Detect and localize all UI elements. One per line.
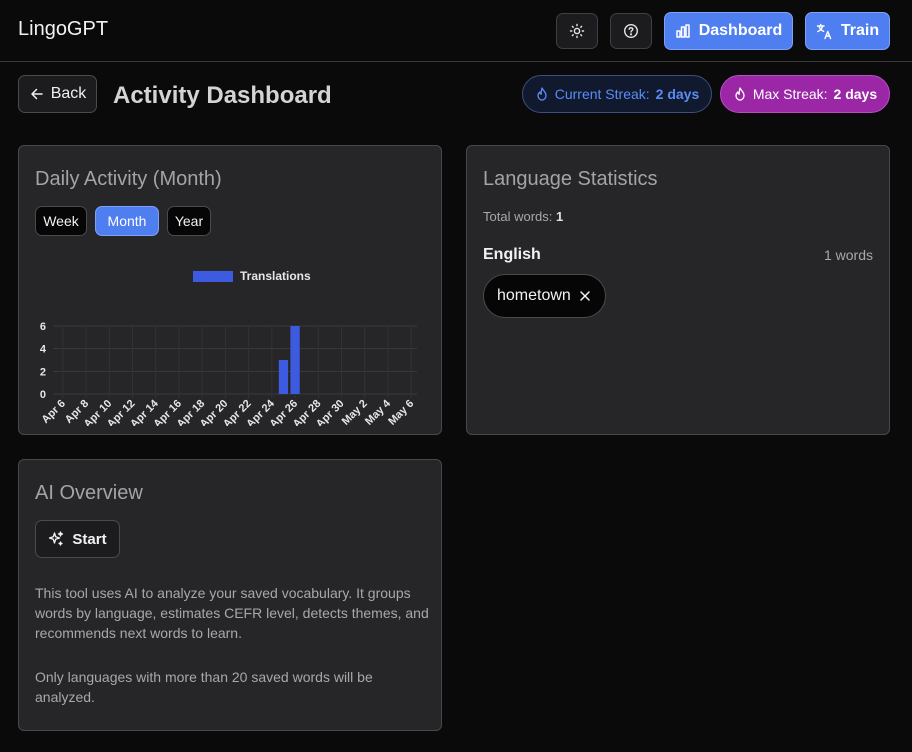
- range-month-button[interactable]: Month: [95, 206, 159, 236]
- language-statistics-title: Language Statistics: [483, 168, 658, 190]
- legend-label: Translations: [240, 269, 311, 283]
- current-streak-label: Current Streak:: [554, 86, 650, 102]
- close-icon[interactable]: [579, 290, 591, 302]
- language-statistics-card: Language Statistics Total words: 1 Engli…: [466, 145, 890, 435]
- start-button-label: Start: [72, 530, 107, 548]
- current-streak-value: 2 days: [655, 86, 700, 102]
- ai-overview-title: AI Overview: [35, 482, 143, 504]
- theme-toggle-button[interactable]: [556, 13, 598, 49]
- app-title: LingoGPT: [18, 18, 109, 40]
- back-button[interactable]: Back: [18, 75, 97, 113]
- flame-icon: [537, 87, 547, 101]
- train-button-label: Train: [840, 22, 880, 39]
- sun-icon: [569, 23, 585, 39]
- y-tick-label: 6: [40, 321, 46, 333]
- activity-chart: 0246Apr 6Apr 8Apr 10Apr 12Apr 14Apr 16Ap…: [40, 269, 417, 426]
- current-streak-badge: Current Streak: 2 days: [522, 75, 712, 113]
- start-button[interactable]: Start: [35, 520, 120, 558]
- translate-icon: [816, 23, 832, 39]
- chart-bar: [278, 360, 289, 394]
- ai-overview-description: This tool uses AI to analyze your saved …: [35, 585, 429, 641]
- ai-overview-card: AI Overview Start This tool uses AI to a…: [18, 459, 442, 731]
- y-tick-label: 2: [40, 366, 46, 378]
- x-tick-label: May 6: [386, 398, 416, 426]
- daily-activity-card: Daily Activity (Month) Week Month Year 0…: [18, 145, 442, 435]
- help-button[interactable]: [610, 13, 652, 49]
- help-circle-icon: [623, 23, 639, 39]
- max-streak-value: 2 days: [833, 86, 878, 102]
- ai-overview-note: Only languages with more than 20 saved w…: [35, 669, 373, 705]
- word-chip-label: hometown: [497, 287, 571, 304]
- total-words-label: Total words:: [483, 209, 553, 224]
- flame-icon: [735, 87, 745, 101]
- total-words-value: 1: [556, 209, 564, 224]
- max-streak-badge: Max Streak: 2 days: [720, 75, 890, 113]
- word-chip: hometown: [483, 274, 606, 318]
- dashboard-button[interactable]: Dashboard: [664, 12, 793, 50]
- arrow-left-icon: [30, 88, 43, 100]
- language-name: English: [483, 246, 541, 263]
- range-year-button[interactable]: Year: [167, 206, 211, 236]
- top-bar: LingoGPT Dashboard Train: [0, 0, 912, 62]
- range-week-button[interactable]: Week: [35, 206, 87, 236]
- page-title: Activity Dashboard: [113, 82, 332, 109]
- bar-chart-icon: [675, 24, 690, 38]
- legend-swatch: [193, 271, 233, 282]
- y-tick-label: 0: [40, 389, 46, 401]
- back-button-label: Back: [50, 85, 87, 102]
- y-tick-label: 4: [40, 344, 47, 356]
- train-button[interactable]: Train: [805, 12, 890, 50]
- daily-activity-title: Daily Activity (Month): [35, 168, 222, 190]
- x-tick-label: Apr 6: [40, 398, 68, 426]
- sparkles-icon: [49, 531, 64, 546]
- chart-bar: [290, 326, 300, 394]
- total-words: Total words: 1: [483, 209, 563, 224]
- max-streak-label: Max Streak:: [752, 86, 828, 102]
- language-word-count: 1 words: [823, 247, 873, 263]
- dashboard-button-label: Dashboard: [698, 22, 783, 39]
